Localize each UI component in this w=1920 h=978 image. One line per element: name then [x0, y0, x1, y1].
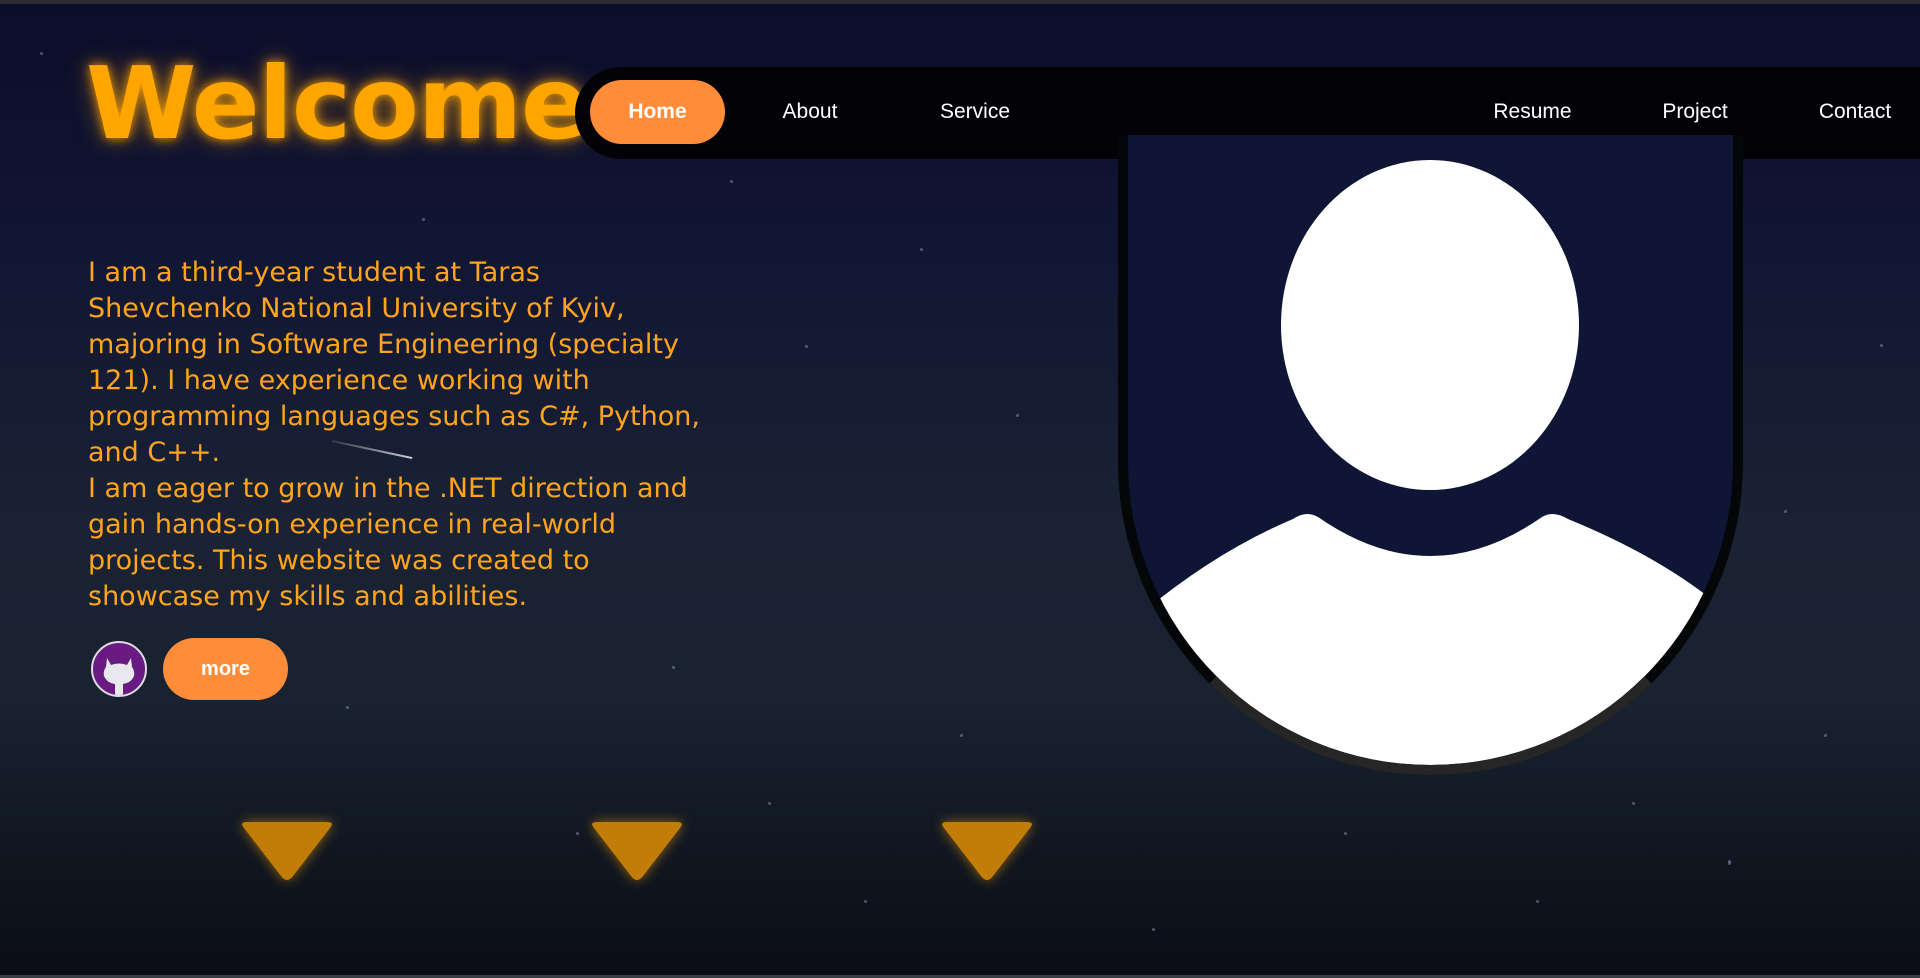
chevron-down-icon — [942, 822, 1032, 880]
nav-service[interactable]: Service — [910, 80, 1040, 144]
bio-text: I am a third-year student at Taras Shevc… — [88, 255, 708, 615]
page-title: Welcome — [86, 45, 589, 162]
nav-contact[interactable]: Contact — [1790, 80, 1920, 144]
window-top-border — [0, 0, 1920, 4]
profile-avatar — [1118, 135, 1743, 775]
nav-about[interactable]: About — [750, 80, 870, 144]
scroll-arrow-1[interactable] — [239, 818, 335, 886]
chevron-down-icon — [242, 822, 332, 880]
nav-home[interactable]: Home — [590, 80, 725, 144]
scroll-arrow-2[interactable] — [589, 818, 685, 886]
scroll-arrow-3[interactable] — [939, 818, 1035, 886]
bio-paragraph-2: I am eager to grow in the .NET direction… — [88, 473, 688, 612]
github-icon — [103, 658, 135, 695]
bio-paragraph-1: I am a third-year student at Taras Shevc… — [88, 257, 700, 468]
github-button[interactable] — [91, 641, 147, 697]
chevron-down-icon — [592, 822, 682, 880]
more-button[interactable]: more — [163, 638, 288, 700]
user-placeholder-icon — [1128, 160, 1733, 765]
